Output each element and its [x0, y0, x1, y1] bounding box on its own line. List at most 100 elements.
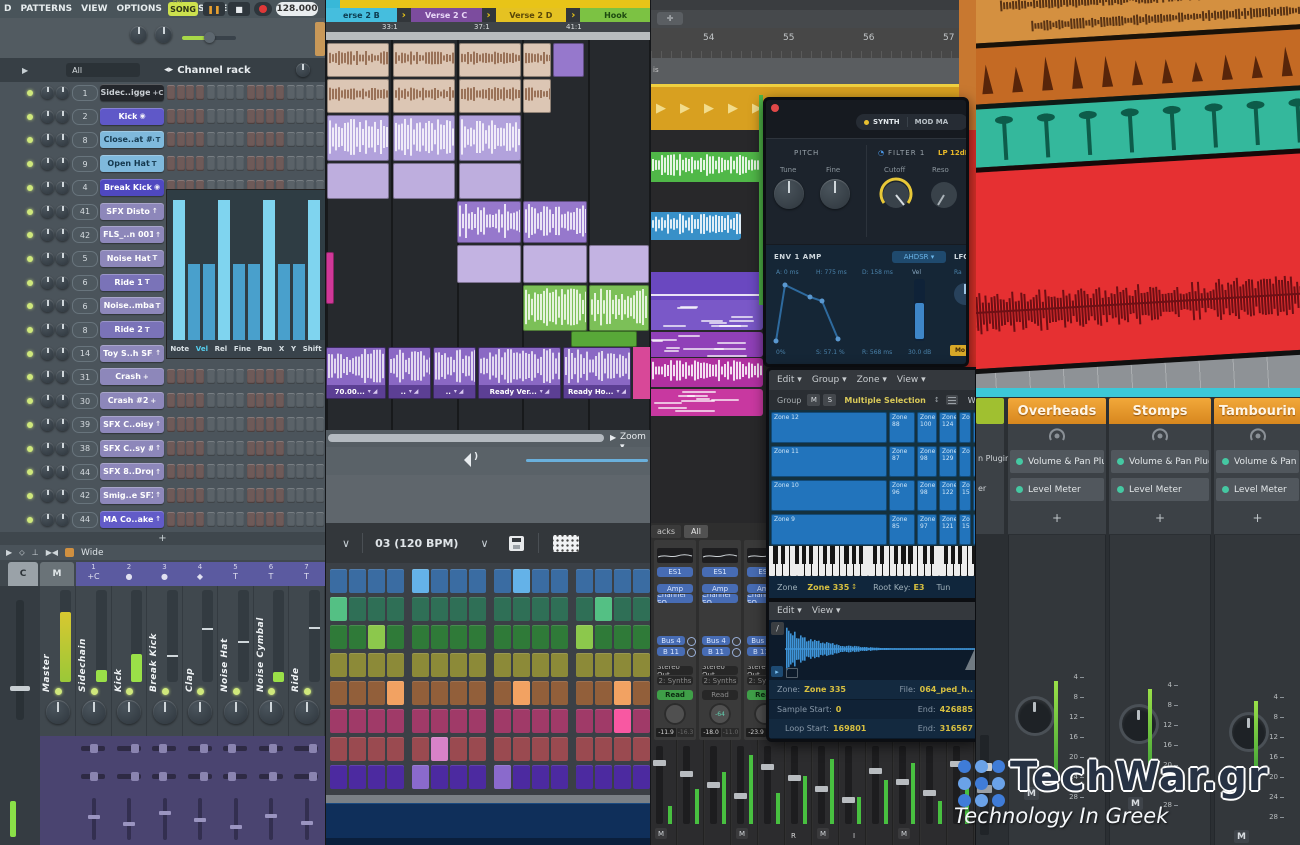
- next-chevron-icon[interactable]: ∨: [480, 537, 488, 550]
- selection-stepper-icon[interactable]: ↕: [934, 396, 940, 404]
- channel-button[interactable]: Smig..e SFX↑: [100, 487, 164, 504]
- step-cell[interactable]: [306, 417, 314, 432]
- step-cell[interactable]: [196, 109, 204, 124]
- pad-cell[interactable]: [633, 709, 650, 733]
- pad-cell[interactable]: [494, 597, 511, 621]
- channel-pan-knob[interactable]: [41, 157, 54, 170]
- pad-cell[interactable]: [551, 597, 568, 621]
- mixer-strip-noise-hat[interactable]: Noise Hat: [218, 586, 254, 736]
- fader-track[interactable]: [683, 746, 690, 824]
- strip-led[interactable]: [197, 688, 204, 695]
- pad-cell[interactable]: [431, 653, 448, 677]
- mixer-strip-master[interactable]: Master: [40, 586, 76, 736]
- strip-mini-thumb[interactable]: [159, 811, 171, 815]
- audio-region[interactable]: [651, 358, 763, 387]
- menu-item-options[interactable]: OPTIONS: [117, 4, 162, 14]
- mute-button[interactable]: M: [898, 828, 910, 839]
- channel-row[interactable]: 44SFX 8..Drop↑: [0, 461, 325, 483]
- step-cell[interactable]: [247, 132, 255, 147]
- step-cell[interactable]: [196, 156, 204, 171]
- step-cell[interactable]: [167, 369, 175, 384]
- menu-item-view[interactable]: VIEW: [81, 4, 107, 14]
- step-cell[interactable]: [226, 369, 234, 384]
- channel-volume-knob[interactable]: [1018, 699, 1052, 733]
- channel-row[interactable]: 44MA Co..aker↑: [0, 509, 325, 531]
- arrangement-clip[interactable]: [393, 43, 455, 77]
- step-cell[interactable]: [217, 156, 225, 171]
- env-db[interactable]: 30.0 dB: [908, 349, 931, 356]
- menu-item-d[interactable]: D: [4, 4, 11, 14]
- send-slot-2[interactable]: B 11: [702, 647, 730, 656]
- group-solo-button[interactable]: S: [823, 394, 836, 406]
- arrangement-clip[interactable]: [523, 201, 587, 243]
- step-cell[interactable]: [236, 85, 244, 100]
- channel-button[interactable]: Ride 1T: [100, 274, 164, 291]
- section-marker[interactable]: erse 2 B: [326, 8, 397, 22]
- channel-number[interactable]: 9: [72, 156, 98, 172]
- env-release[interactable]: R: 568 ms: [862, 349, 892, 356]
- channel-number[interactable]: 6: [72, 275, 98, 291]
- channel-led[interactable]: [27, 374, 33, 380]
- pad-cell[interactable]: [368, 765, 385, 789]
- step-cell[interactable]: [196, 488, 204, 503]
- step-cell[interactable]: [196, 369, 204, 384]
- pad-view-icon[interactable]: [553, 535, 579, 552]
- strip-pan-knob[interactable]: [259, 700, 283, 724]
- pad-cell[interactable]: [494, 569, 511, 593]
- plugin-row-volume-pan[interactable]: Volume & Pan Plugin: [1010, 450, 1104, 473]
- step-cell[interactable]: [207, 441, 215, 456]
- instrument-slot[interactable]: ES1: [657, 567, 693, 577]
- pad-cell[interactable]: [368, 653, 385, 677]
- step-cell[interactable]: [167, 393, 175, 408]
- step-cell[interactable]: [256, 85, 264, 100]
- channel-vol-knob[interactable]: [56, 228, 69, 241]
- step-cell[interactable]: [217, 109, 225, 124]
- strip-led[interactable]: [162, 688, 169, 695]
- strip-slider-thumb[interactable]: [200, 772, 208, 781]
- channel-vol-knob[interactable]: [56, 513, 69, 526]
- channel-volume-knob[interactable]: [1232, 715, 1266, 749]
- step-cell[interactable]: [236, 488, 244, 503]
- channel-pan-knob[interactable]: [41, 489, 54, 502]
- pad-cell[interactable]: [494, 709, 511, 733]
- step-cell[interactable]: [247, 441, 255, 456]
- channel-number[interactable]: 6: [72, 298, 98, 314]
- sampler-menu-zone[interactable]: Zone ▾: [857, 375, 887, 385]
- channel-vol-knob[interactable]: [56, 465, 69, 478]
- channel-pan-knob[interactable]: [1152, 428, 1168, 444]
- zone-cell[interactable]: Zon..: [959, 412, 971, 443]
- step-cell[interactable]: [236, 156, 244, 171]
- step-cell[interactable]: [287, 488, 295, 503]
- step-cell[interactable]: [316, 417, 324, 432]
- step-cell[interactable]: [316, 464, 324, 479]
- step-cell[interactable]: [177, 417, 185, 432]
- step-cell[interactable]: [226, 441, 234, 456]
- send-slot-1[interactable]: Bus 4: [657, 636, 685, 645]
- pad-cell[interactable]: [431, 597, 448, 621]
- step-cell[interactable]: [167, 417, 175, 432]
- group-slot[interactable]: 2: Synths: [702, 676, 738, 685]
- step-cell[interactable]: [276, 488, 284, 503]
- pad-cell[interactable]: [330, 709, 347, 733]
- fader-cap[interactable]: [815, 786, 828, 792]
- graph-tab-vel[interactable]: Vel: [196, 345, 208, 353]
- arrangement-clip[interactable]: [459, 163, 521, 199]
- pad-cell[interactable]: [614, 709, 631, 733]
- pad-cell[interactable]: [387, 765, 404, 789]
- channel-button[interactable]: Toy S..h SFX↑: [100, 345, 164, 362]
- velocity-bars[interactable]: [167, 190, 325, 340]
- step-cell[interactable]: [316, 441, 324, 456]
- step-cell[interactable]: [207, 109, 215, 124]
- logic-channel-strip[interactable]: ES1AmpChannel EQBus 4B 11Stereo Out2: Sy…: [699, 540, 741, 740]
- reso-knob[interactable]: [926, 177, 962, 213]
- graph-tab-pan[interactable]: Pan: [258, 345, 273, 353]
- channel-led[interactable]: [27, 232, 33, 238]
- channel-vol-knob[interactable]: [56, 370, 69, 383]
- add-plugin-button[interactable]: +: [1008, 506, 1106, 530]
- graph-tab-y[interactable]: Y: [291, 345, 296, 353]
- sampler-menu-group[interactable]: Group ▾: [812, 375, 847, 385]
- zone-cell[interactable]: Zone 179: [973, 480, 976, 511]
- pad-cell[interactable]: [633, 569, 650, 593]
- step-cell[interactable]: [287, 417, 295, 432]
- pad-cell[interactable]: [469, 681, 486, 705]
